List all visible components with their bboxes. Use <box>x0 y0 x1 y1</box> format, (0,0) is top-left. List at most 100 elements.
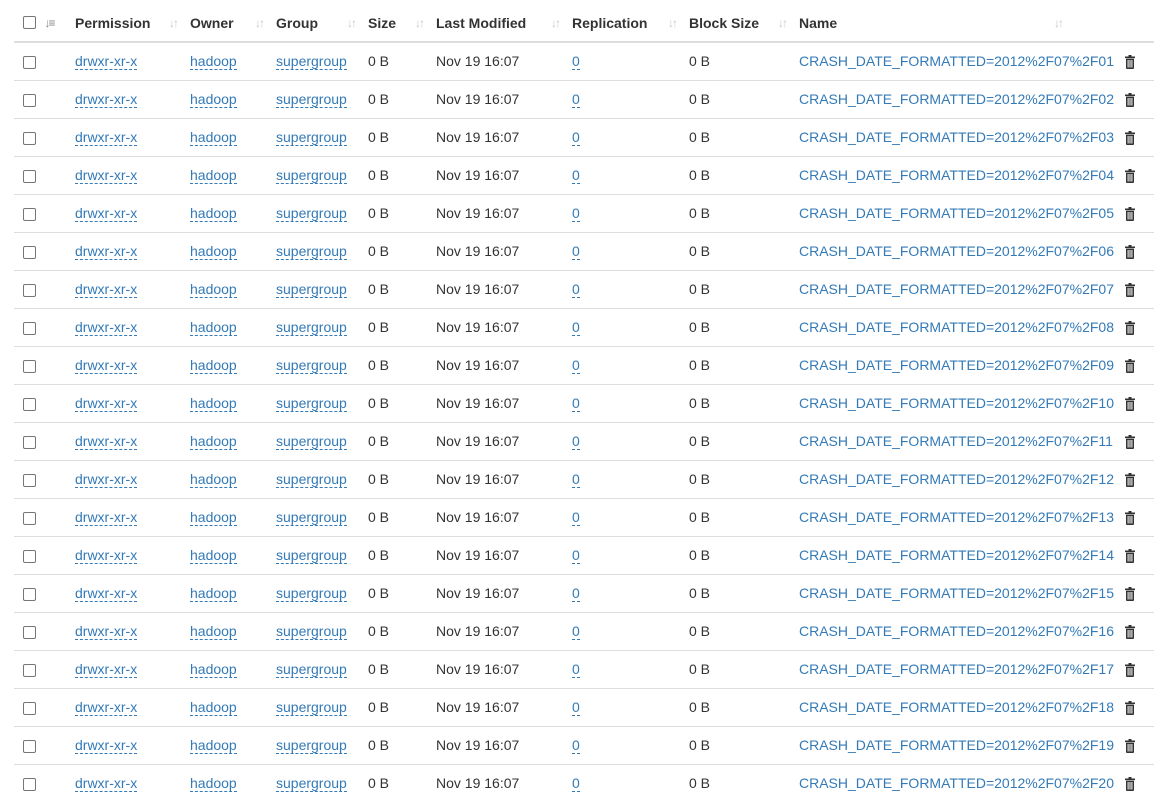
group-link[interactable]: supergroup <box>276 319 347 336</box>
owner-link[interactable]: hadoop <box>190 281 237 298</box>
replication-link[interactable]: 0 <box>572 661 580 678</box>
name-link[interactable]: CRASH_DATE_FORMATTED=2012%2F07%2F17 <box>799 661 1114 677</box>
replication-link[interactable]: 0 <box>572 205 580 222</box>
sort-icon[interactable]: ↓↑ <box>775 16 789 30</box>
row-checkbox[interactable] <box>23 207 36 221</box>
name-link[interactable]: CRASH_DATE_FORMATTED=2012%2F07%2F04 <box>799 167 1114 183</box>
permission-link[interactable]: drwxr-xr-x <box>75 129 138 146</box>
group-link[interactable]: supergroup <box>276 53 347 71</box>
replication-link[interactable]: 0 <box>572 395 580 412</box>
column-header-permission[interactable]: Permission ↓↑ <box>75 4 190 42</box>
owner-link[interactable]: hadoop <box>190 129 237 146</box>
row-checkbox[interactable] <box>23 663 36 677</box>
trash-icon[interactable] <box>1125 245 1135 260</box>
owner-link[interactable]: hadoop <box>190 357 237 374</box>
row-checkbox[interactable] <box>23 245 36 259</box>
owner-link[interactable]: hadoop <box>190 53 237 71</box>
permission-link[interactable]: drwxr-xr-x <box>75 433 138 450</box>
row-checkbox[interactable] <box>23 283 36 297</box>
trash-icon[interactable] <box>1125 625 1135 640</box>
replication-link[interactable]: 0 <box>572 471 580 488</box>
owner-link[interactable]: hadoop <box>190 699 237 716</box>
replication-link[interactable]: 0 <box>572 281 580 298</box>
permission-link[interactable]: drwxr-xr-x <box>75 319 138 336</box>
group-link[interactable]: supergroup <box>276 661 347 678</box>
group-link[interactable]: supergroup <box>276 623 347 640</box>
row-checkbox[interactable] <box>23 511 36 525</box>
row-checkbox[interactable] <box>23 169 36 183</box>
row-checkbox[interactable] <box>23 397 36 411</box>
owner-link[interactable]: hadoop <box>190 775 237 793</box>
group-link[interactable]: supergroup <box>276 737 347 754</box>
sort-icon[interactable]: ↓↑ <box>665 16 679 30</box>
trash-icon[interactable] <box>1125 359 1135 374</box>
permission-link[interactable]: drwxr-xr-x <box>75 737 138 754</box>
owner-link[interactable]: hadoop <box>190 319 237 336</box>
row-checkbox[interactable] <box>23 359 36 373</box>
name-link[interactable]: CRASH_DATE_FORMATTED=2012%2F07%2F08 <box>799 319 1114 335</box>
permission-link[interactable]: drwxr-xr-x <box>75 471 138 488</box>
row-checkbox[interactable] <box>23 701 36 715</box>
name-link[interactable]: CRASH_DATE_FORMATTED=2012%2F07%2F07 <box>799 281 1114 297</box>
owner-link[interactable]: hadoop <box>190 471 237 488</box>
column-header-name[interactable]: Name ↓↑ <box>799 4 1115 42</box>
trash-icon[interactable] <box>1125 93 1135 108</box>
trash-icon[interactable] <box>1125 511 1135 526</box>
column-header-last-modified[interactable]: Last Modified ↓↑ <box>436 4 572 42</box>
owner-link[interactable]: hadoop <box>190 433 237 450</box>
trash-icon[interactable] <box>1125 283 1135 298</box>
group-link[interactable]: supergroup <box>276 471 347 488</box>
trash-icon[interactable] <box>1125 207 1135 222</box>
permission-link[interactable]: drwxr-xr-x <box>75 53 138 71</box>
row-checkbox[interactable] <box>23 131 36 145</box>
row-checkbox[interactable] <box>23 56 36 70</box>
trash-icon[interactable] <box>1125 587 1135 602</box>
replication-link[interactable]: 0 <box>572 129 580 146</box>
replication-link[interactable]: 0 <box>572 433 580 450</box>
row-checkbox[interactable] <box>23 473 36 487</box>
replication-link[interactable]: 0 <box>572 243 580 260</box>
owner-link[interactable]: hadoop <box>190 167 237 184</box>
name-link[interactable]: CRASH_DATE_FORMATTED=2012%2F07%2F05 <box>799 205 1114 221</box>
name-link[interactable]: CRASH_DATE_FORMATTED=2012%2F07%2F02 <box>799 91 1114 107</box>
column-header-size[interactable]: Size ↓↑ <box>368 4 436 42</box>
permission-link[interactable]: drwxr-xr-x <box>75 699 138 716</box>
replication-link[interactable]: 0 <box>572 53 580 71</box>
permission-link[interactable]: drwxr-xr-x <box>75 509 138 526</box>
row-checkbox[interactable] <box>23 435 36 449</box>
row-checkbox[interactable] <box>23 93 36 107</box>
sort-icon[interactable]: ↓↑ <box>412 16 426 30</box>
group-link[interactable]: supergroup <box>276 585 347 602</box>
name-link[interactable]: CRASH_DATE_FORMATTED=2012%2F07%2F20 <box>799 775 1114 791</box>
replication-link[interactable]: 0 <box>572 585 580 602</box>
permission-link[interactable]: drwxr-xr-x <box>75 623 138 640</box>
name-link[interactable]: CRASH_DATE_FORMATTED=2012%2F07%2F16 <box>799 623 1114 639</box>
permission-link[interactable]: drwxr-xr-x <box>75 91 138 108</box>
row-checkbox[interactable] <box>23 587 36 601</box>
owner-link[interactable]: hadoop <box>190 737 237 754</box>
replication-link[interactable]: 0 <box>572 91 580 108</box>
name-link[interactable]: CRASH_DATE_FORMATTED=2012%2F07%2F11 <box>799 433 1113 449</box>
name-link[interactable]: CRASH_DATE_FORMATTED=2012%2F07%2F14 <box>799 547 1114 563</box>
row-checkbox[interactable] <box>23 739 36 753</box>
permission-link[interactable]: drwxr-xr-x <box>75 167 138 184</box>
trash-icon[interactable] <box>1125 739 1135 754</box>
trash-icon[interactable] <box>1125 663 1135 678</box>
replication-link[interactable]: 0 <box>572 737 580 754</box>
group-link[interactable]: supergroup <box>276 433 347 450</box>
trash-icon[interactable] <box>1125 169 1135 184</box>
permission-link[interactable]: drwxr-xr-x <box>75 661 138 678</box>
row-checkbox[interactable] <box>23 625 36 639</box>
name-link[interactable]: CRASH_DATE_FORMATTED=2012%2F07%2F03 <box>799 129 1114 145</box>
group-link[interactable]: supergroup <box>276 205 347 222</box>
trash-icon[interactable] <box>1125 397 1135 412</box>
name-link[interactable]: CRASH_DATE_FORMATTED=2012%2F07%2F10 <box>799 395 1114 411</box>
trash-icon[interactable] <box>1125 435 1135 450</box>
owner-link[interactable]: hadoop <box>190 547 237 564</box>
group-link[interactable]: supergroup <box>276 167 347 184</box>
row-checkbox[interactable] <box>23 321 36 335</box>
name-link[interactable]: CRASH_DATE_FORMATTED=2012%2F07%2F19 <box>799 737 1114 753</box>
group-link[interactable]: supergroup <box>276 547 347 564</box>
group-link[interactable]: supergroup <box>276 281 347 298</box>
trash-icon[interactable] <box>1125 55 1135 70</box>
